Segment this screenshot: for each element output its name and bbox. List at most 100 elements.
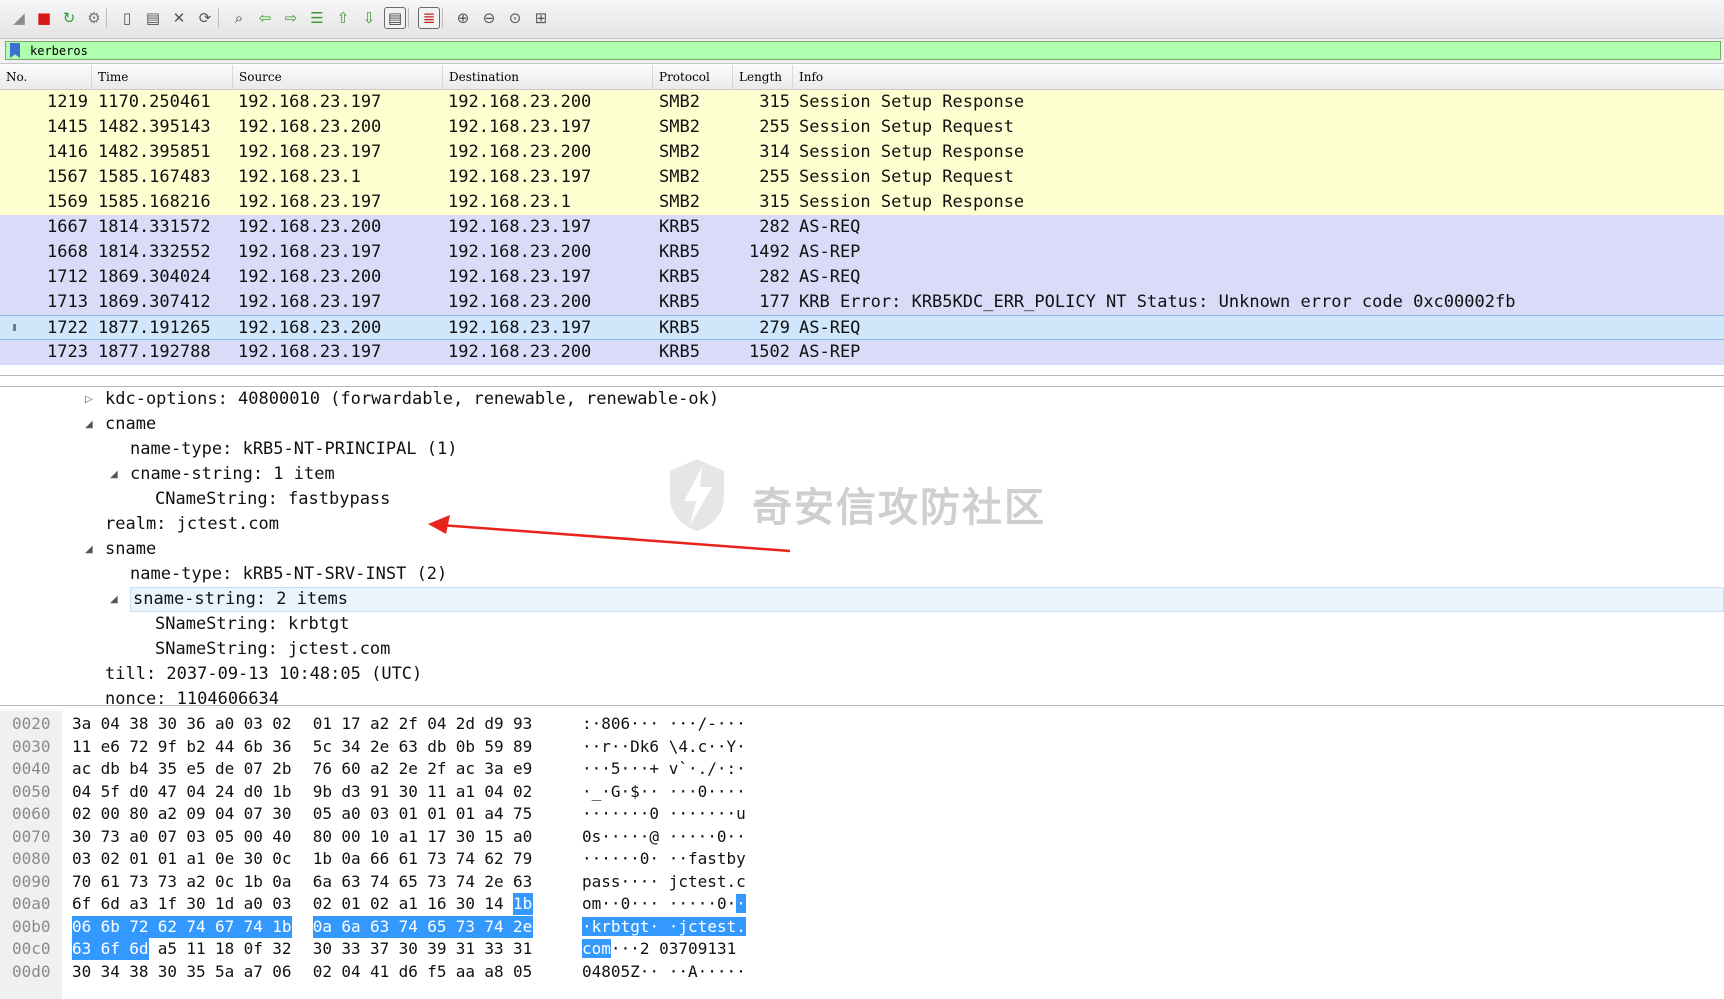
column-header-info[interactable]: Info bbox=[793, 65, 1724, 89]
hex-byte[interactable]: 05 bbox=[313, 803, 333, 825]
packet-row[interactable]: 1712 1869.304024 192.168.23.200 192.168.23.… bbox=[0, 265, 1724, 290]
zoom-out-icon[interactable]: ⊖ bbox=[478, 7, 500, 29]
hex-byte[interactable]: 74 bbox=[456, 871, 476, 893]
go-to-packet-icon[interactable]: ☰ bbox=[306, 7, 328, 29]
find-icon[interactable]: ⌕ bbox=[228, 7, 250, 29]
hex-byte[interactable]: 76 bbox=[313, 758, 333, 780]
hex-byte[interactable]: 35 bbox=[186, 961, 206, 983]
hex-byte[interactable]: de bbox=[215, 758, 235, 780]
hex-ascii[interactable]: ·······0 ·······u bbox=[582, 803, 746, 825]
hex-byte[interactable]: 74 bbox=[186, 915, 216, 938]
hex-byte[interactable]: a7 bbox=[244, 961, 264, 983]
hex-byte[interactable]: a3 bbox=[129, 893, 149, 915]
hex-byte[interactable]: d3 bbox=[341, 781, 361, 803]
hex-byte[interactable]: 74 bbox=[484, 915, 514, 938]
packet-row[interactable]: 1569 1585.168216 192.168.23.197 192.168.23.… bbox=[0, 190, 1724, 215]
resize-columns-icon[interactable]: ⊞ bbox=[530, 7, 552, 29]
hex-byte[interactable]: 9b bbox=[313, 781, 333, 803]
hex-byte[interactable]: 1b bbox=[272, 781, 292, 803]
packet-row[interactable]: 1723 1877.192788 192.168.23.197 192.168.23.… bbox=[0, 340, 1724, 365]
hex-byte[interactable]: 6a bbox=[313, 871, 333, 893]
hex-byte[interactable]: 0b bbox=[456, 736, 476, 758]
hex-byte[interactable]: 04 bbox=[341, 961, 361, 983]
hex-byte[interactable]: 09 bbox=[186, 803, 206, 825]
hex-byte[interactable]: 30 bbox=[399, 938, 419, 960]
hex-byte[interactable]: 63 bbox=[399, 736, 419, 758]
hex-byte[interactable]: a8 bbox=[484, 961, 504, 983]
hex-byte[interactable]: 18 bbox=[215, 938, 235, 960]
hex-byte[interactable]: 30 bbox=[399, 781, 419, 803]
hex-byte[interactable]: 03 bbox=[72, 848, 92, 870]
hex-byte[interactable]: ac bbox=[456, 758, 476, 780]
column-header-destination[interactable]: Destination bbox=[443, 65, 653, 89]
hex-byte[interactable]: 11 bbox=[427, 781, 447, 803]
expanded-triangle-icon[interactable]: ◢ bbox=[110, 462, 118, 487]
column-header-length[interactable]: Length bbox=[733, 65, 793, 89]
hex-byte[interactable]: 1b bbox=[272, 915, 293, 938]
hex-byte[interactable]: d0 bbox=[244, 781, 264, 803]
hex-byte[interactable]: 36 bbox=[272, 736, 292, 758]
hex-byte[interactable]: 66 bbox=[370, 848, 390, 870]
hex-byte[interactable]: 30 bbox=[272, 803, 292, 825]
hex-byte[interactable]: 32 bbox=[272, 938, 292, 960]
hex-byte[interactable]: 9f bbox=[158, 736, 178, 758]
hex-byte[interactable]: 72 bbox=[129, 736, 149, 758]
hex-byte[interactable]: 74 bbox=[370, 871, 390, 893]
hex-byte[interactable]: 01 bbox=[456, 803, 476, 825]
hex-byte[interactable]: 30 bbox=[456, 826, 476, 848]
hex-byte[interactable]: e6 bbox=[101, 736, 121, 758]
detail-tree-item[interactable]: SNameString: krbtgt bbox=[155, 612, 349, 637]
go-back-icon[interactable]: ⇦ bbox=[254, 7, 276, 29]
hex-byte[interactable]: 62 bbox=[157, 915, 188, 938]
hex-byte[interactable]: 40 bbox=[272, 826, 292, 848]
hex-byte[interactable]: 73 bbox=[427, 871, 447, 893]
expanded-triangle-icon[interactable]: ◢ bbox=[85, 412, 93, 437]
hex-byte[interactable]: 04 bbox=[72, 781, 92, 803]
hex-byte[interactable]: 63 bbox=[370, 915, 400, 938]
hex-byte[interactable]: 6a bbox=[341, 915, 371, 938]
hex-byte[interactable]: 02 bbox=[72, 803, 92, 825]
hex-byte[interactable]: aa bbox=[456, 961, 476, 983]
detail-tree-item[interactable]: cname-string: 1 item bbox=[130, 462, 335, 487]
hex-byte[interactable]: 6d bbox=[101, 893, 121, 915]
hex-byte[interactable]: a2 bbox=[370, 713, 390, 735]
hex-byte[interactable]: 0e bbox=[215, 848, 235, 870]
hex-byte[interactable]: 63 bbox=[513, 871, 533, 893]
hex-byte[interactable]: 1b bbox=[313, 848, 333, 870]
detail-tree-item[interactable]: sname bbox=[105, 537, 156, 562]
hex-byte[interactable]: 03 bbox=[186, 826, 206, 848]
hex-byte[interactable]: 07 bbox=[244, 803, 264, 825]
hex-byte[interactable]: 73 bbox=[101, 826, 121, 848]
hex-byte[interactable]: 5c bbox=[313, 736, 333, 758]
hex-byte[interactable]: 00 bbox=[244, 826, 264, 848]
hex-byte[interactable]: 80 bbox=[129, 803, 149, 825]
packet-row[interactable]: 1416 1482.395851 192.168.23.197 192.168.23.… bbox=[0, 140, 1724, 165]
hex-byte[interactable]: 2e bbox=[484, 871, 504, 893]
hex-byte[interactable]: 73 bbox=[427, 848, 447, 870]
hex-byte[interactable]: 67 bbox=[215, 915, 245, 938]
hex-byte[interactable]: 00 bbox=[341, 826, 361, 848]
packet-row-selected[interactable]: 1722 1877.191265 192.168.23.200 192.168.23.… bbox=[0, 315, 1724, 340]
detail-tree-item[interactable]: cname bbox=[105, 412, 156, 437]
hex-ascii[interactable]: ······0· ··fastby bbox=[582, 848, 746, 870]
hex-ascii[interactable]: pass···· jctest.c bbox=[582, 871, 746, 893]
zoom-in-icon[interactable]: ⊕ bbox=[452, 7, 474, 29]
hex-byte[interactable]: 03 bbox=[370, 803, 390, 825]
hex-byte[interactable]: 6b bbox=[100, 915, 131, 938]
hex-byte[interactable]: 15 bbox=[484, 826, 504, 848]
hex-byte[interactable]: 04 bbox=[215, 803, 235, 825]
hex-byte[interactable]: 38 bbox=[129, 961, 149, 983]
hex-byte[interactable]: 61 bbox=[399, 848, 419, 870]
hex-byte[interactable]: d6 bbox=[399, 961, 419, 983]
collapsed-triangle-icon[interactable]: ▷ bbox=[85, 387, 93, 412]
hex-byte[interactable]: b4 bbox=[129, 758, 149, 780]
hex-byte[interactable]: 6d bbox=[129, 938, 150, 960]
hex-byte[interactable]: 0a bbox=[272, 871, 292, 893]
hex-byte[interactable]: 41 bbox=[370, 961, 390, 983]
hex-byte[interactable]: 30 bbox=[72, 826, 92, 848]
hex-byte[interactable]: 74 bbox=[243, 915, 274, 938]
hex-byte[interactable]: 00 bbox=[101, 803, 121, 825]
hex-byte[interactable]: 37 bbox=[370, 938, 390, 960]
hex-byte[interactable]: 01 bbox=[427, 803, 447, 825]
hex-byte[interactable]: 61 bbox=[101, 871, 121, 893]
